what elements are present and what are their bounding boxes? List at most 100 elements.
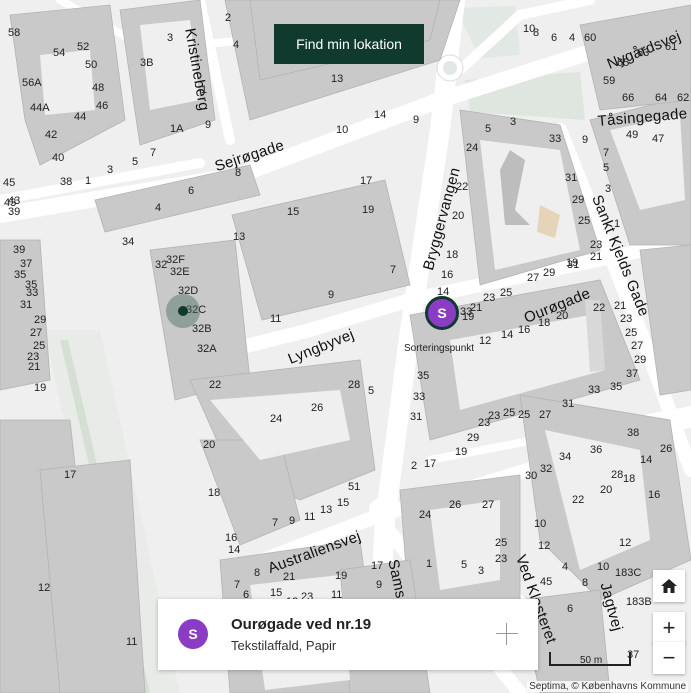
house-number: 62 xyxy=(677,92,690,104)
house-number: 38 xyxy=(60,176,73,188)
card-title: Ourøgade ved nr.19 xyxy=(231,616,372,633)
house-number: 5 xyxy=(132,156,139,168)
zoom-in-button[interactable]: + xyxy=(653,612,685,644)
house-number: 35 xyxy=(610,381,623,393)
house-number: 25 xyxy=(495,537,508,549)
house-number: 51 xyxy=(348,481,361,493)
house-number: 3 xyxy=(167,32,174,44)
house-number: 9 xyxy=(205,119,212,131)
house-number: 11 xyxy=(126,636,138,648)
house-number: 1 xyxy=(85,175,92,187)
house-number: 18 xyxy=(623,473,636,485)
card-avatar: S xyxy=(178,619,208,649)
house-number: 18 xyxy=(208,487,221,499)
house-number: 14 xyxy=(640,454,653,466)
house-number: 7 xyxy=(150,147,157,159)
house-number: 27 xyxy=(482,499,495,511)
house-number: 16 xyxy=(518,324,531,336)
house-number: 29 xyxy=(543,267,556,279)
house-number: 56A xyxy=(22,77,42,89)
location-info-card[interactable]: S Ourøgade ved nr.19 Tekstilaffald, Papi… xyxy=(158,599,538,670)
house-number: 34 xyxy=(559,451,572,463)
house-number: 58 xyxy=(8,27,21,39)
house-number: 19 xyxy=(462,311,475,323)
house-number: 29 xyxy=(467,432,480,444)
house-number: 32A xyxy=(197,343,217,355)
house-number: 26 xyxy=(311,402,324,414)
house-number: 1 xyxy=(426,558,433,570)
house-number: 54 xyxy=(53,47,66,59)
house-number: 31 xyxy=(562,398,575,410)
house-number: 23 xyxy=(495,553,508,565)
house-number: 1A xyxy=(170,123,184,135)
house-number: 4 xyxy=(569,32,576,44)
marker-label: Sorteringspunkt xyxy=(404,343,475,354)
house-number: 16 xyxy=(441,269,454,281)
house-number: 24 xyxy=(466,142,479,154)
house-number: 14 xyxy=(374,109,387,121)
house-number: 21 xyxy=(614,300,627,312)
house-number: 19 xyxy=(34,382,47,394)
house-number: 20 xyxy=(203,439,216,451)
house-number: 9 xyxy=(289,515,296,527)
house-number: 12 xyxy=(38,582,51,594)
house-number: 45 xyxy=(3,177,16,189)
house-number: 21 xyxy=(590,251,603,263)
marker-letter: S xyxy=(437,305,447,321)
house-number: 23 xyxy=(483,292,496,304)
sorting-point-marker[interactable]: S xyxy=(425,296,459,330)
house-number: 39 xyxy=(13,244,26,256)
house-number: 24 xyxy=(270,413,283,425)
house-number: 32E xyxy=(170,266,190,278)
house-number: 5 xyxy=(461,559,468,571)
house-number: 9 xyxy=(582,134,589,146)
house-number: 4 xyxy=(562,561,569,573)
house-number: 6 xyxy=(188,185,195,197)
house-number: 14 xyxy=(228,544,241,556)
house-number: 19 xyxy=(455,446,468,458)
house-number: 18 xyxy=(446,249,459,261)
find-my-location-button[interactable]: Find min lokation xyxy=(274,24,424,64)
scale-label: 50 m xyxy=(580,655,603,666)
house-number: 10 xyxy=(534,518,547,530)
house-number: 5 xyxy=(603,162,610,174)
house-number: 3 xyxy=(478,565,485,577)
house-number: 12 xyxy=(538,540,551,552)
house-number: 19 xyxy=(335,570,348,582)
house-number: 15 xyxy=(287,206,300,218)
house-number: 27 xyxy=(30,327,43,339)
house-number: 16 xyxy=(648,489,661,501)
house-number: 23 xyxy=(488,410,501,422)
house-number: 20 xyxy=(556,310,569,322)
house-number: 13 xyxy=(331,73,344,85)
house-number: 33 xyxy=(413,391,426,403)
house-number: 28 xyxy=(611,469,624,481)
house-number: 27 xyxy=(631,340,644,352)
house-number: 46 xyxy=(96,100,109,112)
house-number: 9 xyxy=(413,114,420,126)
house-number: 29 xyxy=(572,194,585,206)
map-attribution: Septima, © Københavns Kommune xyxy=(527,681,688,692)
map-canvas[interactable]: Kristineberg Sejrøgade Bryggervangen Nyg… xyxy=(0,0,691,693)
house-number: 48 xyxy=(92,82,105,94)
house-number: 6 xyxy=(551,32,558,44)
house-number: 8 xyxy=(235,167,242,179)
house-number: 45 xyxy=(540,576,553,588)
house-number: 8 xyxy=(533,27,540,39)
house-number: 7 xyxy=(272,517,279,529)
house-number: 22 xyxy=(572,494,585,506)
house-number: 17 xyxy=(64,469,77,481)
house-number: 31 xyxy=(20,299,33,311)
house-number: 26 xyxy=(660,443,673,455)
home-button[interactable] xyxy=(653,570,685,602)
house-number: 13 xyxy=(233,231,246,243)
house-number: 21 xyxy=(283,571,296,583)
expand-plus-icon[interactable] xyxy=(496,623,518,645)
house-number: 18 xyxy=(538,317,551,329)
house-number: 2 xyxy=(225,12,232,24)
house-number: 44A xyxy=(30,102,50,114)
house-number: 49 xyxy=(626,129,639,141)
house-number: 63 xyxy=(637,47,650,59)
house-number: 50 xyxy=(85,59,98,71)
zoom-out-button[interactable]: − xyxy=(653,642,685,674)
